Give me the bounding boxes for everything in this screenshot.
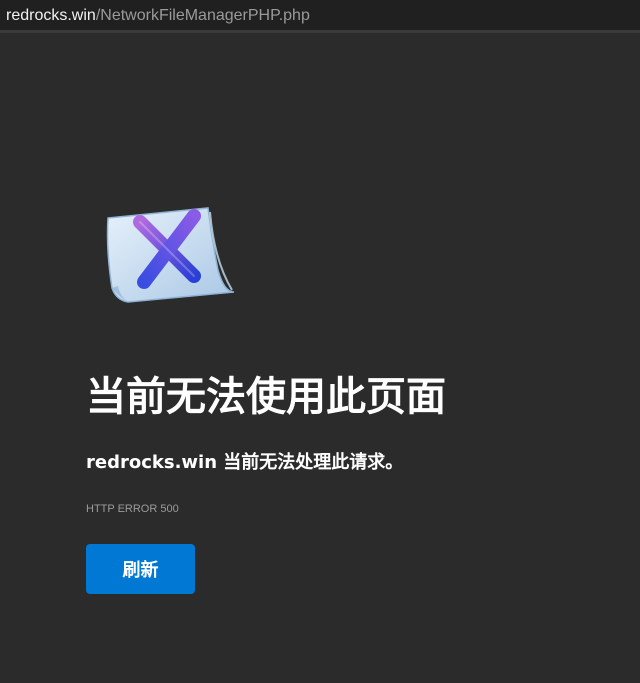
error-code: HTTP ERROR 500 xyxy=(86,503,179,515)
error-message: redrocks.win 当前无法处理此请求。 xyxy=(86,452,404,473)
document-error-x-icon xyxy=(106,207,235,303)
page-title: 当前无法使用此页面 xyxy=(86,374,446,420)
url-text[interactable]: redrocks.win/NetworkFileManagerPHP.php xyxy=(6,6,310,26)
url-path: /NetworkFileManagerPHP.php xyxy=(95,7,310,24)
address-bar[interactable]: redrocks.win/NetworkFileManagerPHP.php xyxy=(0,0,640,33)
url-host: redrocks.win xyxy=(6,7,96,24)
refresh-button[interactable]: 刷新 xyxy=(86,544,195,594)
